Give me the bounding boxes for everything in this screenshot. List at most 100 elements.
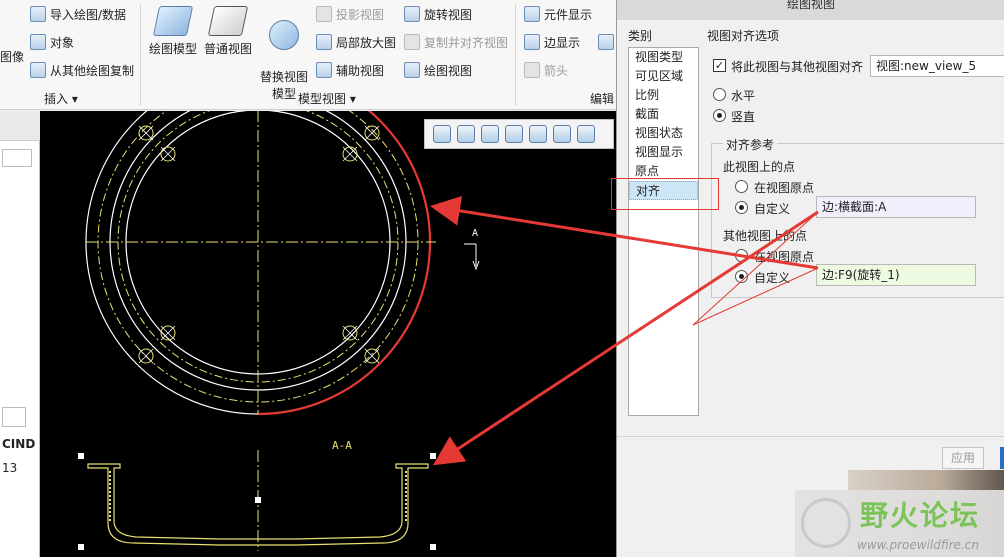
selection-handles (78, 453, 436, 550)
copy-align-icon (404, 34, 420, 50)
this-view-origin-label: 在视图原点 (754, 181, 815, 195)
forum-logo-icon (801, 498, 851, 548)
auxiliary-view-button[interactable]: 辅助视图 (316, 60, 384, 80)
more-icon (598, 34, 614, 50)
align-checkbox-label: 将此视图与其他视图对齐 (731, 60, 864, 74)
import-label: 导入绘图/数据 (50, 7, 127, 22)
tree-item-text: CIND (2, 437, 36, 451)
edit-group-label[interactable]: 编辑 (590, 90, 614, 107)
import-icon (30, 6, 46, 22)
object-button[interactable]: 对象 (30, 32, 74, 52)
model-tree-panel: CIND 13 (0, 111, 40, 557)
edge-icon (524, 34, 540, 50)
revolved-view-button[interactable]: 旋转视图 (404, 4, 472, 24)
import-drawing-button[interactable]: 导入绘图/数据 (30, 4, 126, 24)
this-view-custom-label: 自定义 (754, 202, 791, 216)
dialog-title: 绘图视图 (617, 0, 1004, 20)
filter-icon[interactable] (2, 407, 26, 427)
datum-display-icon[interactable] (577, 125, 595, 143)
this-view-reference-field[interactable]: 边:横截面:A (816, 196, 976, 218)
horizontal-label: 水平 (731, 89, 756, 103)
detail-icon (316, 34, 332, 50)
ok-button-partial[interactable] (1000, 447, 1004, 469)
other-view-custom-radio[interactable] (735, 270, 748, 283)
bolt-holes (138, 125, 380, 364)
marker-label: A (472, 228, 478, 239)
vertical-label: 竖直 (731, 110, 756, 124)
saved-views-icon[interactable] (553, 125, 571, 143)
group-separator (515, 4, 516, 106)
projection-icon (316, 6, 332, 22)
detailed-view-button[interactable]: 局部放大图 (316, 32, 396, 52)
object-label: 对象 (50, 35, 75, 50)
object-icon (30, 34, 46, 50)
category-item-section[interactable]: 截面 (629, 105, 698, 124)
category-item-scale[interactable]: 比例 (629, 86, 698, 105)
other-view-reference-field[interactable]: 边:F9(旋转_1) (816, 264, 976, 286)
display-style-icon[interactable] (529, 125, 547, 143)
this-view-origin-radio[interactable] (735, 180, 748, 193)
other-view-header: 其他视图上的点 (723, 229, 808, 243)
general-view-icon (207, 6, 249, 36)
highlight-box (611, 178, 719, 210)
copy-icon (30, 62, 46, 78)
more-edit-button[interactable] (598, 32, 614, 52)
copy-align-view-button[interactable]: 复制并对齐视图 (404, 32, 508, 52)
this-view-custom-radio[interactable] (735, 201, 748, 214)
general-view-button[interactable]: 普通视图 (200, 6, 256, 57)
drawing-canvas[interactable]: A-A A (40, 111, 616, 557)
category-item-view-state[interactable]: 视图状态 (629, 124, 698, 143)
category-item-visible-area[interactable]: 可见区域 (629, 67, 698, 86)
category-header: 类别 (628, 29, 653, 43)
align-view-field[interactable]: 视图:new_view_5 (870, 55, 1004, 77)
image-label: 图像 (0, 49, 25, 64)
arrow-icon (524, 62, 540, 78)
apply-button[interactable]: 应用 (942, 447, 984, 469)
edge-display-button[interactable]: 边显示 (524, 32, 580, 52)
revolve-icon (404, 6, 420, 22)
section-label: A-A (332, 439, 352, 452)
component-display-button[interactable]: 元件显示 (524, 4, 592, 24)
drawing-model-button[interactable]: 绘图模型 (145, 6, 201, 57)
copy-from-drawing-button[interactable]: 从其他绘图复制 (30, 60, 134, 80)
forum-watermark: 野火论坛 www.proewildfire.cn (795, 490, 1004, 557)
replace-view-model-button[interactable]: 替换视图 模型 (256, 6, 312, 102)
flange-view (85, 111, 436, 416)
align-reference-header: 对齐参考 (723, 136, 778, 153)
projection-view-button[interactable]: 投影视图 (316, 4, 384, 24)
copy-label: 从其他绘图复制 (50, 63, 135, 78)
drawing-view-button[interactable]: 绘图视图 (404, 60, 472, 80)
group-separator (140, 4, 141, 106)
tree-item-number: 13 (2, 461, 18, 475)
component-icon (524, 6, 540, 22)
category-item-view-type[interactable]: 视图类型 (629, 48, 698, 67)
refit-icon[interactable] (433, 125, 451, 143)
category-item-view-display[interactable]: 视图显示 (629, 143, 698, 162)
insert-group-label[interactable]: 插入 ▾ (44, 90, 78, 107)
panel-tab[interactable] (0, 111, 40, 141)
dialog-divider (617, 436, 1004, 437)
drawing-model-icon (152, 6, 194, 36)
this-view-header: 此视图上的点 (723, 160, 796, 174)
other-view-origin-radio[interactable] (735, 249, 748, 262)
list-dropdown[interactable] (2, 149, 32, 167)
drawing-view-icon (404, 62, 420, 78)
replace-view-icon (269, 20, 299, 50)
vertical-radio[interactable] (713, 109, 726, 122)
options-header: 视图对齐选项 (707, 29, 780, 43)
horizontal-radio[interactable] (713, 88, 726, 101)
arrow-button[interactable]: 箭头 (524, 60, 568, 80)
section-marker (464, 243, 480, 271)
model-views-group-label[interactable]: 模型视图 ▾ (298, 90, 356, 107)
image-button-partial[interactable]: 图像 (0, 46, 24, 66)
drawing-graphics: A-A A (78, 111, 480, 551)
other-view-custom-label: 自定义 (754, 271, 791, 285)
other-view-origin-label: 在视图原点 (754, 250, 815, 264)
zoom-in-icon[interactable] (457, 125, 475, 143)
auxiliary-icon (316, 62, 332, 78)
repaint-icon[interactable] (505, 125, 523, 143)
align-checkbox[interactable]: ✓ (713, 59, 726, 72)
category-list: 视图类型 可见区域 比例 截面 视图状态 视图显示 原点 对齐 (628, 47, 699, 416)
zoom-out-icon[interactable] (481, 125, 499, 143)
view-toolbar (424, 119, 614, 149)
